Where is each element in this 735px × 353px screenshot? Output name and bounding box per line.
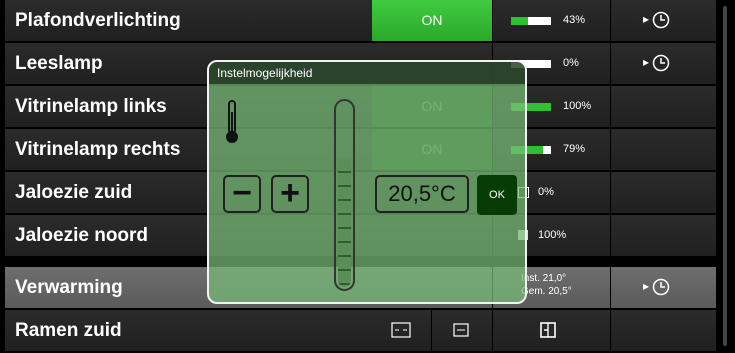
temp-gem: Gem. 20,5°: [521, 286, 572, 297]
timer-cell[interactable]: ▸: [611, 267, 716, 308]
timer-icon: ▸: [643, 11, 670, 29]
temperature-value: 20,5°C: [375, 175, 469, 213]
window-open-icon: [391, 322, 411, 338]
row-plafondverlichting: Plafondverlichting ON 43% ▸: [0, 0, 735, 43]
dimmer-cell[interactable]: 43%: [493, 0, 610, 41]
window-half-icon: [453, 323, 469, 337]
ok-button[interactable]: OK: [477, 175, 517, 215]
slider-fill: [338, 159, 351, 287]
timer-icon: ▸: [643, 54, 670, 72]
on-button[interactable]: ON: [372, 0, 492, 41]
dimmer-percent: 0%: [563, 57, 579, 69]
temp-inst: Inst. 21,0°: [521, 273, 567, 284]
window-half-button[interactable]: [432, 310, 492, 351]
row-label: Ramen zuid: [5, 310, 372, 351]
timer-cell[interactable]: ▸: [611, 0, 716, 41]
blind-percent: 100%: [538, 229, 567, 241]
timer-cell[interactable]: ▸: [611, 43, 716, 84]
popup-title: Instelmogelijkheid: [209, 62, 525, 84]
dimmer-percent: 100%: [563, 100, 592, 112]
dimmer-percent: 43%: [563, 14, 586, 26]
row-ramen-zuid: Ramen zuid: [0, 310, 735, 353]
increase-button[interactable]: +: [271, 175, 309, 213]
dimmer-percent: 79%: [563, 143, 586, 155]
window-close-icon: [540, 322, 556, 338]
blind-percent: 0%: [538, 186, 554, 198]
dimmer-bar: [511, 17, 551, 25]
settings-popup: Instelmogelijkheid − + 20,5°C OK: [207, 60, 527, 304]
row-label: Plafondverlichting: [5, 0, 372, 41]
window-open-button[interactable]: [372, 310, 431, 351]
timer-icon: ▸: [643, 278, 670, 296]
decrease-button[interactable]: −: [223, 175, 261, 213]
window-close-button[interactable]: [493, 310, 610, 351]
temperature-slider[interactable]: [334, 99, 355, 291]
thermometer-icon: [226, 100, 238, 143]
scrollbar[interactable]: [723, 6, 727, 346]
